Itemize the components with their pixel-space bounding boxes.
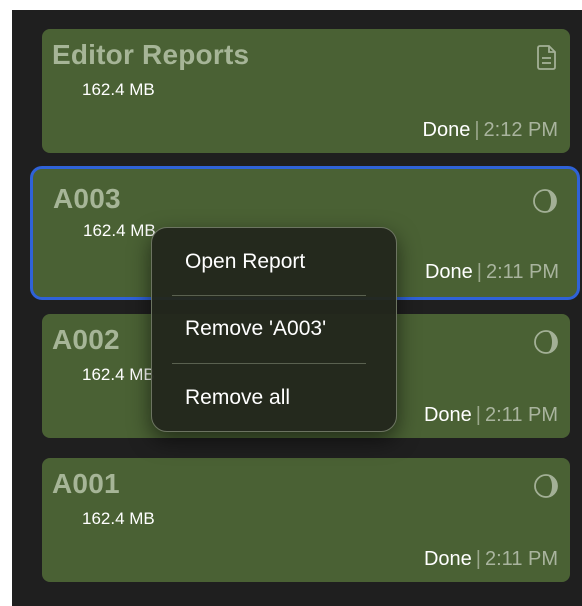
context-menu: Open Report Remove 'A003' Remove all bbox=[151, 227, 397, 432]
status-time: 2:11 PM bbox=[486, 261, 559, 283]
report-size: 162.4 MB bbox=[82, 509, 155, 528]
menu-divider bbox=[172, 363, 366, 364]
report-title: A002 bbox=[52, 324, 120, 355]
report-status: Done | 2:12 PM bbox=[423, 119, 559, 142]
status-time: 2:11 PM bbox=[485, 548, 558, 570]
menu-item-open-report[interactable]: Open Report bbox=[185, 250, 305, 274]
status-separator: | bbox=[476, 261, 482, 283]
status-time: 2:12 PM bbox=[483, 119, 558, 141]
status-label: Done bbox=[423, 548, 472, 570]
status-label: Done bbox=[423, 404, 472, 426]
status-separator: | bbox=[475, 404, 481, 426]
status-label: Done bbox=[424, 261, 473, 283]
progress-circle-icon[interactable] bbox=[531, 187, 559, 215]
report-size: 162.4 MB bbox=[82, 365, 155, 384]
menu-item-remove-all[interactable]: Remove all bbox=[185, 386, 290, 410]
report-size: 162.4 MB bbox=[83, 221, 156, 240]
report-status: Done | 2:11 PM bbox=[424, 404, 558, 427]
report-status: Done | 2:11 PM bbox=[424, 548, 558, 571]
report-title: A003 bbox=[53, 183, 121, 214]
progress-circle-icon[interactable] bbox=[532, 472, 560, 500]
report-status: Done | 2:11 PM bbox=[425, 261, 559, 284]
status-separator: | bbox=[475, 548, 481, 570]
status-label: Done bbox=[422, 119, 471, 141]
menu-item-remove-a003[interactable]: Remove 'A003' bbox=[185, 317, 326, 341]
document-icon[interactable] bbox=[532, 43, 560, 71]
status-time: 2:11 PM bbox=[485, 404, 558, 426]
status-separator: | bbox=[474, 119, 480, 141]
menu-divider bbox=[172, 295, 366, 296]
report-title: A001 bbox=[52, 468, 120, 499]
report-card-a001[interactable]: A001 162.4 MB Done | 2:11 PM bbox=[42, 458, 570, 582]
report-card-editor-reports[interactable]: Editor Reports 162.4 MB Done | 2:12 PM bbox=[42, 29, 570, 153]
report-title: Editor Reports bbox=[52, 39, 250, 70]
progress-circle-icon[interactable] bbox=[532, 328, 560, 356]
report-size: 162.4 MB bbox=[82, 80, 155, 99]
